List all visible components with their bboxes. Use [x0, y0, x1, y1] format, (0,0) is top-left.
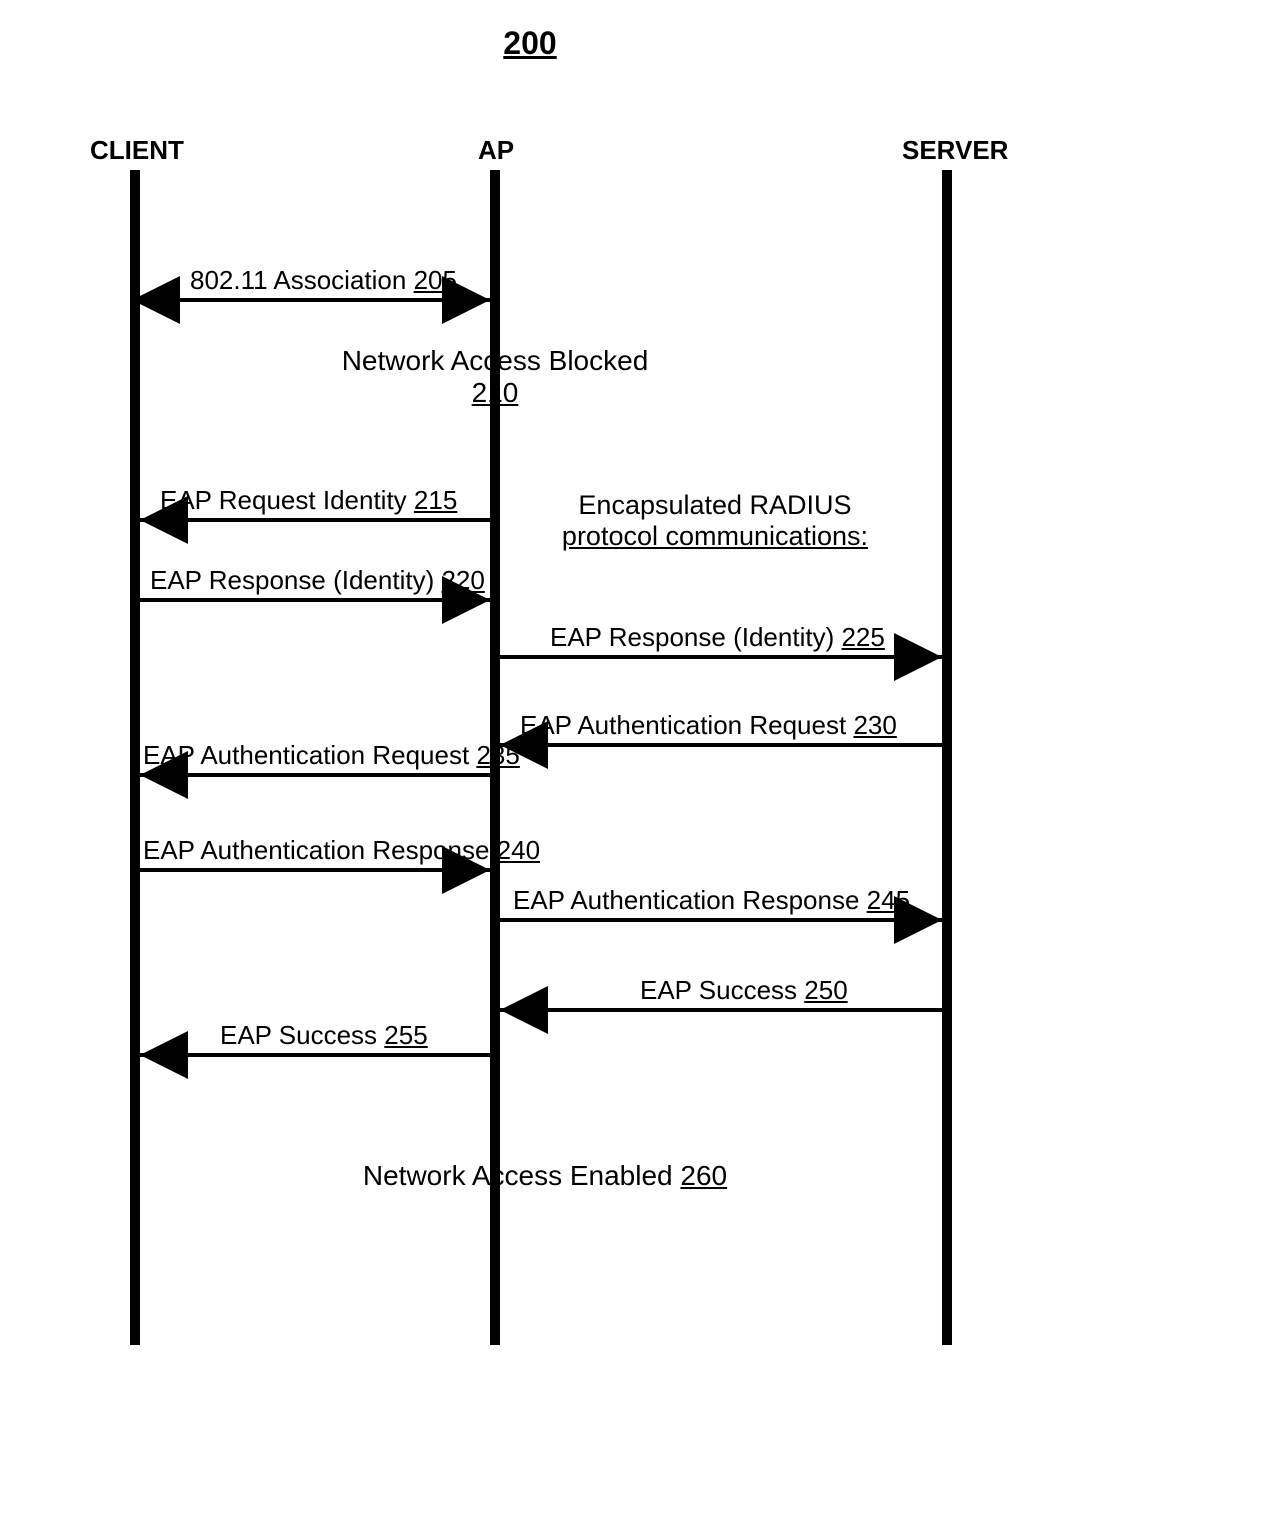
note-enabled: Network Access Enabled 260 — [280, 1160, 810, 1192]
msg-215-text: EAP Request Identity — [160, 485, 407, 515]
lifeline-server — [942, 170, 952, 1345]
msg-225: EAP Response (Identity) 225 — [550, 622, 885, 653]
msg-220-ref: 220 — [441, 565, 484, 595]
msg-235: EAP Authentication Request 235 — [143, 740, 520, 771]
msg-255: EAP Success 255 — [220, 1020, 428, 1051]
msg-235-ref: 235 — [476, 740, 519, 770]
msg-240: EAP Authentication Response 240 — [143, 835, 540, 866]
msg-205-ref: 205 — [414, 265, 457, 295]
msg-220-text: EAP Response (Identity) — [150, 565, 434, 595]
note-enabled-text: Network Access Enabled — [363, 1160, 673, 1191]
sequence-diagram: 200 CLIENT AP SERVER — [50, 0, 1010, 1528]
msg-255-ref: 255 — [384, 1020, 427, 1050]
msg-220: EAP Response (Identity) 220 — [150, 565, 485, 596]
msg-205: 802.11 Association 205 — [190, 265, 457, 296]
msg-225-text: EAP Response (Identity) — [550, 622, 834, 652]
note-enabled-ref: 260 — [680, 1160, 727, 1191]
msg-230-ref: 230 — [853, 710, 896, 740]
msg-245-ref: 245 — [867, 885, 910, 915]
msg-240-text: EAP Authentication Response — [143, 835, 489, 865]
msg-225-ref: 225 — [841, 622, 884, 652]
actor-ap-label: AP — [478, 135, 514, 166]
msg-240-ref: 240 — [497, 835, 540, 865]
msg-235-text: EAP Authentication Request — [143, 740, 469, 770]
lifeline-client — [130, 170, 140, 1345]
note-radius-line1: Encapsulated RADIUS — [578, 490, 851, 520]
msg-205-text: 802.11 Association — [190, 265, 406, 295]
msg-245-text: EAP Authentication Response — [513, 885, 859, 915]
actor-server-label: SERVER — [902, 135, 1008, 166]
msg-250-ref: 250 — [804, 975, 847, 1005]
note-radius-line2: protocol communications: — [562, 521, 868, 551]
note-radius: Encapsulated RADIUS protocol communicati… — [525, 490, 905, 552]
msg-255-text: EAP Success — [220, 1020, 377, 1050]
msg-230-text: EAP Authentication Request — [520, 710, 846, 740]
actor-client-label: CLIENT — [90, 135, 184, 166]
msg-250: EAP Success 250 — [640, 975, 848, 1006]
msg-215: EAP Request Identity 215 — [160, 485, 457, 516]
note-blocked: Network Access Blocked 210 — [280, 345, 710, 409]
note-blocked-text: Network Access Blocked — [342, 345, 649, 376]
figure-number: 200 — [50, 25, 1010, 62]
msg-245: EAP Authentication Response 245 — [513, 885, 910, 916]
msg-230: EAP Authentication Request 230 — [520, 710, 897, 741]
note-blocked-ref: 210 — [472, 377, 519, 408]
msg-250-text: EAP Success — [640, 975, 797, 1005]
msg-215-ref: 215 — [414, 485, 457, 515]
